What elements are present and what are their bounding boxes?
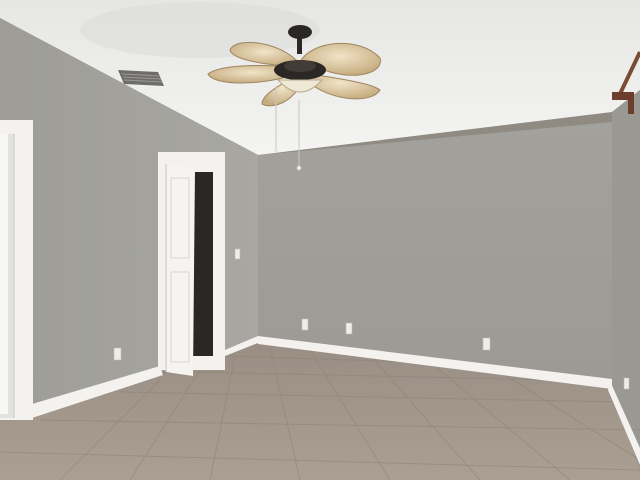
door-icon (158, 152, 225, 376)
left-doorway (0, 120, 33, 420)
air-vent-icon (118, 70, 164, 86)
back-wall (258, 122, 612, 380)
light-switch-icon (234, 248, 241, 260)
room-photo (0, 0, 640, 480)
